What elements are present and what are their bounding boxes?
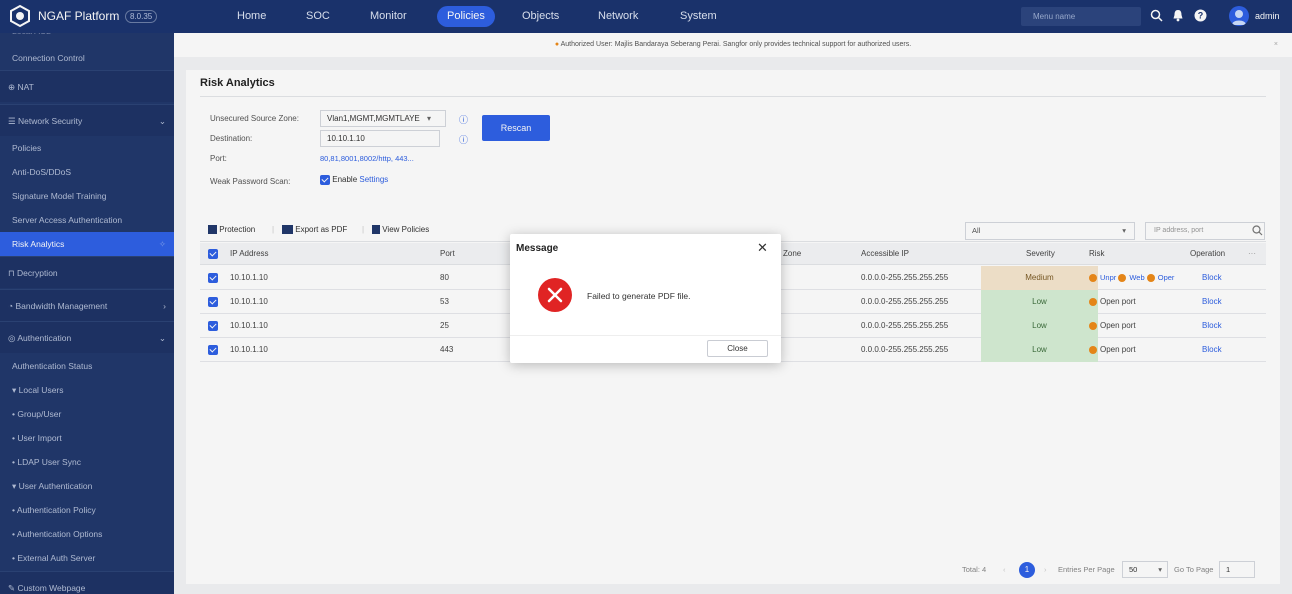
dialog-message: Failed to generate PDF file.: [587, 291, 691, 301]
close-icon[interactable]: ✕: [757, 240, 768, 256]
close-button[interactable]: Close: [707, 340, 768, 357]
divider: [510, 335, 781, 336]
dialog-title: Message: [516, 243, 559, 254]
error-icon: [538, 278, 572, 312]
message-dialog: Message ✕ Failed to generate PDF file. C…: [510, 234, 781, 363]
